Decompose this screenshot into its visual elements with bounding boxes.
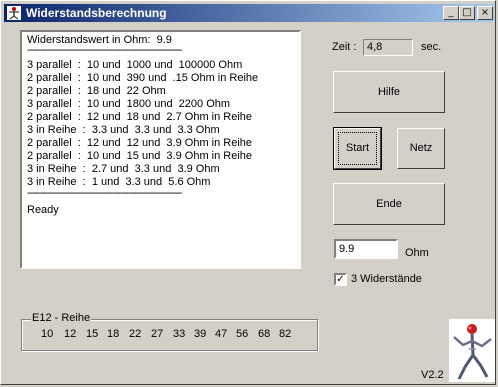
- e12-value: 10: [41, 328, 54, 340]
- list-item: 3 parallel : 10 und 1800 und 2200 Ohm: [27, 98, 231, 110]
- list-item: 3 parallel : 10 und 1000 und 100000 Ohm: [27, 59, 243, 71]
- list-item: 3 in Reihe : 3.3 und 3.3 und 3.3 Ohm: [27, 124, 220, 136]
- app-icon: [7, 6, 21, 20]
- list-item: 2 parallel : 12 und 12 und 3.9 Ohm in Re…: [27, 137, 253, 149]
- version-label: V2.2: [421, 369, 444, 381]
- list-item: 2 parallel : 12 und 18 und 2.7 Ohm in Re…: [27, 111, 253, 123]
- title-bar[interactable]: Widerstandsberechnung _ □ ×: [4, 4, 494, 22]
- end-button[interactable]: Ende: [333, 183, 445, 225]
- stick-figure-logo: [449, 319, 495, 382]
- e12-value: 47: [215, 328, 228, 340]
- e12-value: 39: [194, 328, 207, 340]
- resistance-input[interactable]: 9.9: [334, 239, 398, 259]
- separator: ----------------------------------------…: [27, 44, 182, 56]
- window-title: Widerstandsberechnung: [26, 6, 167, 20]
- e12-value: 12: [64, 328, 77, 340]
- e12-value: 33: [173, 328, 186, 340]
- e12-series-title: E12 - Reihe: [31, 312, 92, 324]
- results-list[interactable]: Widerstandswert in Ohm: 9.9 ------------…: [20, 30, 301, 269]
- start-button[interactable]: Start: [333, 127, 382, 170]
- list-item: 2 parallel : 10 und 390 und .15 Ohm in R…: [27, 72, 259, 84]
- status-text: Ready: [27, 204, 59, 216]
- main-window: Widerstandsberechnung _ □ × Widerstandsw…: [0, 0, 496, 385]
- maximize-button[interactable]: □: [459, 6, 475, 20]
- e12-value: 68: [258, 328, 271, 340]
- e12-series-group: E12 - Reihe 10 12 15 18 22 27 33 39 47 5…: [21, 312, 318, 351]
- time-unit: sec.: [421, 41, 442, 53]
- e12-value: 15: [86, 328, 99, 340]
- list-item: 2 parallel : 18 und 22 Ohm: [27, 85, 166, 97]
- e12-value: 22: [129, 328, 142, 340]
- separator: ----------------------------------------…: [27, 187, 182, 199]
- close-button[interactable]: ×: [477, 6, 493, 20]
- e12-value: 82: [279, 328, 292, 340]
- net-button[interactable]: Netz: [397, 128, 445, 169]
- resistance-unit: Ohm: [405, 247, 429, 259]
- three-resistors-label[interactable]: 3 Widerstände: [351, 273, 422, 285]
- minimize-button[interactable]: _: [443, 6, 459, 20]
- time-display: 4,8: [363, 39, 413, 56]
- list-item: 3 in Reihe : 2.7 und 3.3 und 3.9 Ohm: [27, 163, 220, 175]
- help-button[interactable]: Hilfe: [333, 71, 445, 113]
- three-resistors-checkbox[interactable]: ✓: [334, 273, 347, 286]
- e12-value: 56: [236, 328, 249, 340]
- time-label: Zeit :: [332, 41, 357, 53]
- e12-value: 18: [107, 328, 120, 340]
- e12-value: 27: [151, 328, 164, 340]
- list-item: 2 parallel : 10 und 15 und 3.9 Ohm in Re…: [27, 150, 253, 162]
